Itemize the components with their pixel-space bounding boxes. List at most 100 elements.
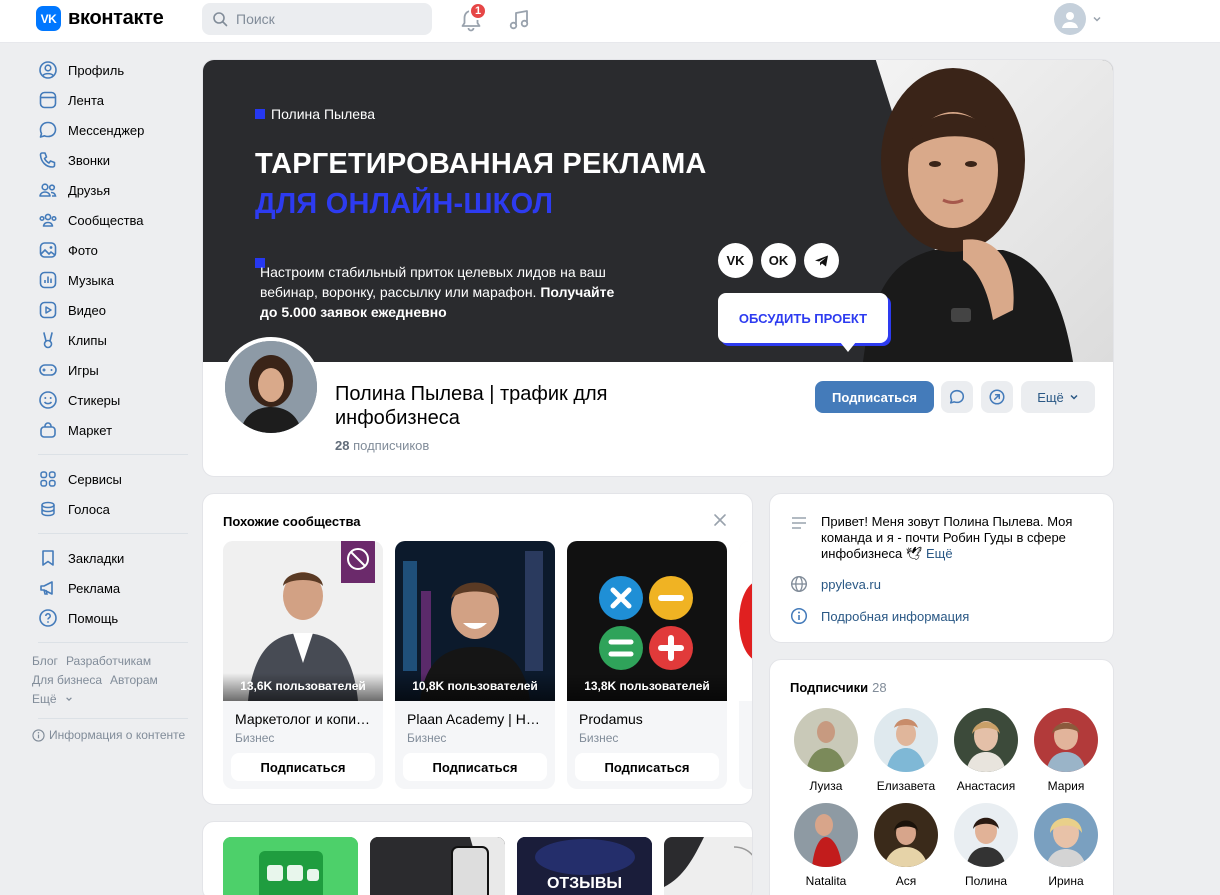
subscribers-count[interactable]: 28 подписчиков bbox=[335, 438, 429, 453]
subscribe-button[interactable]: Подписаться bbox=[815, 381, 934, 413]
community-subscribe-button[interactable]: Подписаться bbox=[403, 753, 547, 781]
subscriber-item[interactable]: Луиза bbox=[786, 708, 866, 793]
subscriber-item[interactable]: Ася bbox=[866, 803, 946, 888]
community-subscribe-button[interactable]: Подписаться bbox=[231, 753, 375, 781]
sidebar-item-feed[interactable]: Лента bbox=[32, 85, 192, 115]
newsfeed-icon bbox=[39, 91, 57, 109]
profile-menu[interactable] bbox=[1054, 3, 1102, 35]
sidebar-item-games[interactable]: Игры bbox=[32, 355, 192, 385]
cover-image: Полина Пылева ТАРГЕТИРОВАННАЯ РЕКЛАМА ДЛ… bbox=[203, 60, 1113, 362]
description-text: Привет! Меня зовут Полина Пылева. Моя ко… bbox=[821, 514, 1086, 562]
sidebar-item-label: Фото bbox=[68, 242, 98, 258]
footer-more[interactable]: Ещё bbox=[32, 690, 192, 709]
cover-desc-bold: до 5.000 заявок ежедневно bbox=[260, 304, 447, 320]
subscriber-item[interactable]: Мария bbox=[1026, 708, 1106, 793]
detailed-info-row[interactable]: Подробная информация bbox=[790, 607, 969, 625]
subscriber-item[interactable]: Полина bbox=[946, 803, 1026, 888]
search-box[interactable] bbox=[202, 3, 432, 35]
detailed-info-link[interactable]: Подробная информация bbox=[821, 609, 969, 624]
gallery-item[interactable] bbox=[664, 837, 752, 895]
search-input[interactable] bbox=[236, 11, 416, 27]
sidebar-item-video[interactable]: Видео bbox=[32, 295, 192, 325]
friends-icon bbox=[39, 183, 57, 197]
community-card-partial[interactable] bbox=[739, 541, 752, 789]
community-image: 13,8K пользователей bbox=[567, 541, 727, 701]
community-photo bbox=[739, 541, 752, 701]
music-icon[interactable] bbox=[506, 7, 532, 33]
communities-icon bbox=[39, 213, 57, 227]
content-info-link[interactable]: Информация о контенте bbox=[32, 728, 192, 742]
sidebar-item-label: Закладки bbox=[68, 550, 125, 566]
sidebar-item-music[interactable]: Музыка bbox=[32, 265, 192, 295]
subscriber-item[interactable]: Анастасия bbox=[946, 708, 1026, 793]
sidebar-item-stickers[interactable]: Стикеры bbox=[32, 385, 192, 415]
footer-link-authors[interactable]: Авторам bbox=[110, 673, 158, 687]
sidebar-item-label: Музыка bbox=[68, 272, 114, 288]
gallery-reviews-label: ОТЗЫВЫ bbox=[546, 875, 623, 892]
close-icon[interactable] bbox=[713, 513, 727, 527]
more-actions-button[interactable]: Ещё bbox=[1021, 381, 1095, 413]
subscriber-item[interactable]: Елизавета bbox=[866, 708, 946, 793]
sidebar-item-label: Друзья bbox=[68, 182, 111, 198]
gallery-item[interactable]: ОТЗЫВЫ bbox=[517, 837, 652, 895]
sidebar-item-messenger[interactable]: Мессенджер bbox=[32, 115, 192, 145]
sidebar-item-market[interactable]: Маркет bbox=[32, 415, 192, 445]
footer-links: Блог Разработчикам Для бизнеса Авторам Ещё bbox=[32, 652, 192, 709]
sidebar-item-label: Лента bbox=[68, 92, 104, 108]
share-button[interactable] bbox=[981, 381, 1013, 413]
community-category: Бизнес bbox=[407, 731, 447, 745]
telegram-icon bbox=[804, 243, 839, 278]
sidebar-item-help[interactable]: Помощь bbox=[32, 603, 192, 633]
vk-logo[interactable]: VK вконтакте bbox=[36, 6, 164, 31]
sidebar-item-bookmarks[interactable]: Закладки bbox=[32, 543, 192, 573]
website-link[interactable]: ppyleva.ru bbox=[821, 577, 881, 592]
cover-cta-banner: ОБСУДИТЬ ПРОЕКТ bbox=[718, 293, 888, 343]
community-card[interactable]: 10,8K пользователей Plaan Academy | HEAD… bbox=[395, 541, 555, 789]
footer-link-developers[interactable]: Разработчикам bbox=[66, 654, 151, 668]
similar-communities-card: Похожие сообщества 13,6K пользователей М… bbox=[202, 493, 753, 805]
sidebar-item-profile[interactable]: Профиль bbox=[32, 55, 192, 85]
sidebar-item-photos[interactable]: Фото bbox=[32, 235, 192, 265]
gallery-item[interactable] bbox=[370, 837, 505, 895]
community-website[interactable]: ppyleva.ru bbox=[790, 575, 881, 593]
footer-link-blog[interactable]: Блог bbox=[32, 654, 58, 668]
community-info-card: Привет! Меня зовут Полина Пылева. Моя ко… bbox=[769, 493, 1114, 643]
coins-icon bbox=[41, 501, 55, 517]
avatar bbox=[794, 708, 858, 772]
share-arrow-icon bbox=[989, 389, 1005, 405]
sidebar-item-communities[interactable]: Сообщества bbox=[32, 205, 192, 235]
emoji-glyph: 🕊 bbox=[905, 546, 923, 561]
community-name: Plaan Academy | HEAD bbox=[407, 711, 547, 727]
sidebar-item-friends[interactable]: Друзья bbox=[32, 175, 192, 205]
avatar bbox=[1054, 3, 1086, 35]
cover-description: Настроим стабильный приток целевых лидов… bbox=[260, 262, 660, 322]
gallery-item[interactable] bbox=[223, 837, 358, 895]
cover-desc-bold-line: до 5.000 заявок ежедневно bbox=[260, 302, 660, 322]
community-subscribe-button[interactable]: Подписаться bbox=[575, 753, 719, 781]
subscriber-name: Natalita bbox=[805, 874, 847, 888]
text-lines-icon bbox=[792, 517, 806, 529]
community-card[interactable]: 13,6K пользователей Маркетолог и копирай… bbox=[223, 541, 383, 789]
sidebar-item-clips[interactable]: Клипы bbox=[32, 325, 192, 355]
chevron-down-icon bbox=[1070, 394, 1078, 400]
subscriber-item[interactable]: Ирина bbox=[1026, 803, 1106, 888]
footer-link-business[interactable]: Для бизнеса bbox=[32, 673, 102, 687]
subscriber-name: Ася bbox=[895, 874, 917, 888]
avatar bbox=[1034, 803, 1098, 867]
message-button[interactable] bbox=[941, 381, 973, 413]
sidebar-item-services[interactable]: Сервисы bbox=[32, 464, 192, 494]
user-circle-icon bbox=[39, 61, 57, 79]
cover-desc-text: вебинар, воронку, рассылку или марафон. bbox=[260, 284, 541, 300]
sidebar-item-ads[interactable]: Реклама bbox=[32, 573, 192, 603]
gallery-image bbox=[664, 837, 752, 895]
sidebar-item-calls[interactable]: Звонки bbox=[32, 145, 192, 175]
description-more-link[interactable]: Ещё bbox=[926, 546, 953, 561]
phone-icon bbox=[39, 152, 56, 168]
subscribers-title[interactable]: Подписчики 28 bbox=[790, 680, 887, 695]
subscriber-name: Анастасия bbox=[956, 779, 1016, 793]
sidebar-item-votes[interactable]: Голоса bbox=[32, 494, 192, 524]
subscriber-item[interactable]: Natalita bbox=[786, 803, 866, 888]
community-card[interactable]: 13,8K пользователей Prodamus Бизнес Подп… bbox=[567, 541, 727, 789]
community-avatar[interactable] bbox=[221, 337, 321, 437]
vk-logo-text: вконтакте bbox=[68, 7, 164, 29]
